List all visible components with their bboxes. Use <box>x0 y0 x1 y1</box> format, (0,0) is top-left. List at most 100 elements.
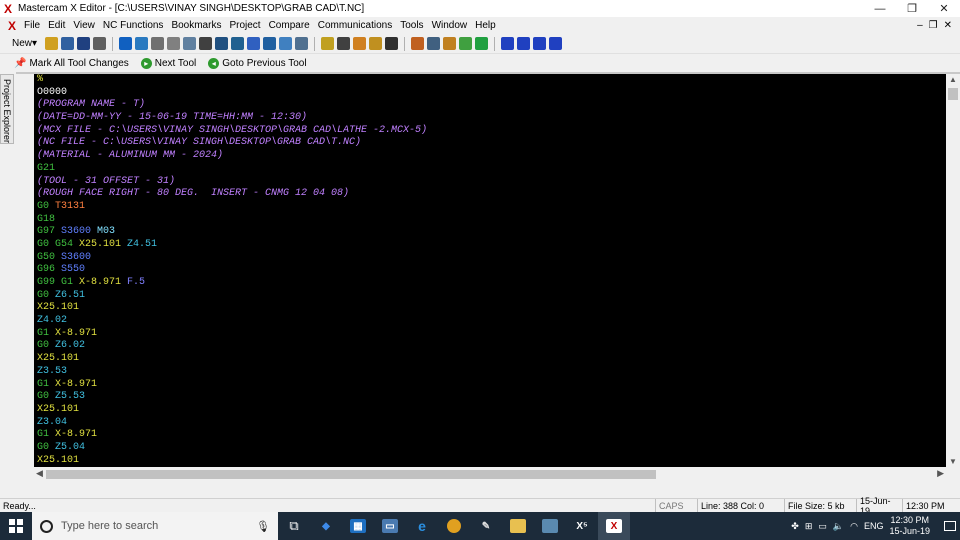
battery-icon[interactable]: ▭ <box>818 521 827 532</box>
vertical-scrollbar[interactable]: ▲ ▼ <box>946 74 960 467</box>
network-icon[interactable]: ⊞ <box>805 521 813 532</box>
menu-nc-functions[interactable]: NC Functions <box>99 20 168 31</box>
toolbar-icon-27[interactable] <box>501 37 515 50</box>
toolbar-icon-10[interactable] <box>199 37 213 50</box>
code-line[interactable]: G97 S3600 M03 <box>37 226 946 239</box>
mastercam-editor-icon[interactable]: X <box>598 512 630 540</box>
scroll-right-icon[interactable]: ▶ <box>937 468 944 479</box>
code-line[interactable]: G1 X-8.971 <box>37 328 946 341</box>
menu-help[interactable]: Help <box>471 20 500 31</box>
menu-project[interactable]: Project <box>225 20 264 31</box>
horizontal-scrollbar[interactable]: ◀ ▶ <box>34 467 946 482</box>
code-line[interactable]: Z4.02 <box>37 315 946 328</box>
toolbar-icon-28[interactable] <box>517 37 531 50</box>
code-line[interactable]: X25.101 <box>37 353 946 366</box>
taskbar-search[interactable]: Type here to search 🎙 <box>32 512 278 540</box>
scroll-left-icon[interactable]: ◀ <box>36 468 43 479</box>
toolbar-icon-26[interactable] <box>475 37 489 50</box>
code-line[interactable]: Z3.04 <box>37 417 946 430</box>
mdi-minimize-button[interactable]: – <box>917 20 923 31</box>
dropbox-tray-icon[interactable]: ✤ <box>791 521 799 532</box>
mdi-restore-button[interactable]: ❐ <box>929 20 938 31</box>
wifi-icon[interactable]: ◠ <box>850 521 858 532</box>
vertical-scroll-thumb[interactable] <box>948 88 958 100</box>
menu-file[interactable]: File <box>20 20 44 31</box>
toolbar-icon-22[interactable] <box>411 37 425 50</box>
menu-edit[interactable]: Edit <box>44 20 69 31</box>
photos-icon[interactable] <box>534 512 566 540</box>
toolbar-icon-12[interactable] <box>231 37 245 50</box>
menu-tools[interactable]: Tools <box>396 20 427 31</box>
dropbox-icon[interactable]: ◆ <box>310 512 342 540</box>
code-line[interactable]: G0 G54 X25.101 Z4.51 <box>37 239 946 252</box>
mdi-close-button[interactable]: ✕ <box>944 20 952 31</box>
chrome-icon[interactable] <box>438 512 470 540</box>
taskbar-clock[interactable]: 12:30 PM 15-Jun-19 <box>889 515 930 537</box>
code-line[interactable]: (MATERIAL - ALUMINUM MM - 2024) <box>37 150 946 163</box>
notification-icon[interactable] <box>944 521 956 531</box>
project-explorer-tab[interactable]: Project Explorer <box>0 74 14 144</box>
toolbar-icon-9[interactable] <box>183 37 197 50</box>
menu-compare[interactable]: Compare <box>265 20 314 31</box>
code-line[interactable]: (DATE=DD-MM-YY - 15-06-19 TIME=HH:MM - 1… <box>37 112 946 125</box>
code-line[interactable]: G0 T3131 <box>37 201 946 214</box>
file-explorer-icon[interactable] <box>502 512 534 540</box>
toolbar-icon-14[interactable] <box>263 37 277 50</box>
code-line[interactable]: G96 S550 <box>37 264 946 277</box>
next-tool-button[interactable]: ▸ Next Tool <box>137 57 201 69</box>
menu-view[interactable]: View <box>69 20 99 31</box>
toolbar-icon-16[interactable] <box>295 37 309 50</box>
minimize-button[interactable]: — <box>864 0 896 17</box>
close-button[interactable]: ✕ <box>928 0 960 17</box>
code-line[interactable]: (MCX FILE - C:\USERS\VINAY SINGH\DESKTOP… <box>37 125 946 138</box>
menu-window[interactable]: Window <box>428 20 472 31</box>
toolbar-icon-3[interactable] <box>77 37 91 50</box>
code-line[interactable]: G0 Z6.51 <box>37 290 946 303</box>
start-button[interactable] <box>0 512 32 540</box>
toolbar-icon-21[interactable] <box>385 37 399 50</box>
toolbar-icon-15[interactable] <box>279 37 293 50</box>
toolbar-icon-4[interactable] <box>93 37 107 50</box>
toolbar-icon-20[interactable] <box>369 37 383 50</box>
mark-all-tool-changes-button[interactable]: 📌 Mark All Tool Changes <box>10 58 133 69</box>
menu-communications[interactable]: Communications <box>314 20 396 31</box>
microphone-icon[interactable]: 🎙 <box>256 520 278 533</box>
new-button[interactable]: New▾ <box>8 38 41 49</box>
toolbar-icon-11[interactable] <box>215 37 229 50</box>
code-line[interactable]: G18 <box>37 214 946 227</box>
toolbar-icon-23[interactable] <box>427 37 441 50</box>
mastercam-x5-icon[interactable]: X⁵ <box>566 512 598 540</box>
store-icon[interactable]: ▦ <box>342 512 374 540</box>
code-line[interactable]: (TOOL - 31 OFFSET - 31) <box>37 176 946 189</box>
horizontal-scroll-thumb[interactable] <box>46 470 656 479</box>
toolbar-icon-1[interactable] <box>45 37 59 50</box>
document-icon[interactable]: X <box>4 19 20 33</box>
toolbar-icon-6[interactable] <box>135 37 149 50</box>
toolbar-icon-19[interactable] <box>353 37 367 50</box>
code-line[interactable]: (ROUGH FACE RIGHT - 80 DEG. INSERT - CNM… <box>37 188 946 201</box>
code-line[interactable]: G1 X-8.971 <box>37 379 946 392</box>
goto-previous-tool-button[interactable]: ◂ Goto Previous Tool <box>204 57 310 69</box>
code-line[interactable]: X25.101 <box>37 302 946 315</box>
code-line[interactable]: (PROGRAM NAME - T) <box>37 99 946 112</box>
edge-icon[interactable]: e <box>406 512 438 540</box>
nc-code-editor[interactable]: % O0000 (PROGRAM NAME - T) (DATE=DD-MM-YY -… <box>34 74 946 467</box>
scroll-down-icon[interactable]: ▼ <box>949 457 957 466</box>
code-line[interactable]: G0 Z5.53 <box>37 391 946 404</box>
code-line[interactable]: G0 Z5.04 <box>37 442 946 455</box>
scroll-up-icon[interactable]: ▲ <box>949 75 957 84</box>
code-line[interactable]: G21 <box>37 163 946 176</box>
toolbar-icon-29[interactable] <box>533 37 547 50</box>
toolbar-icon-24[interactable] <box>443 37 457 50</box>
toolbar-icon-5[interactable] <box>119 37 133 50</box>
code-line[interactable]: Z3.53 <box>37 366 946 379</box>
menu-bookmarks[interactable]: Bookmarks <box>167 20 225 31</box>
volume-icon[interactable]: 🔈 <box>833 521 844 532</box>
toolbar-icon-7[interactable] <box>151 37 165 50</box>
toolbar-icon-17[interactable] <box>321 37 335 50</box>
code-line[interactable]: (NC FILE - C:\USERS\VINAY SINGH\DESKTOP\… <box>37 137 946 150</box>
code-line[interactable]: O0000 <box>37 87 946 100</box>
code-line[interactable]: G0 Z6.02 <box>37 340 946 353</box>
toolbar-icon-2[interactable] <box>61 37 75 50</box>
code-line[interactable]: % <box>37 74 946 87</box>
